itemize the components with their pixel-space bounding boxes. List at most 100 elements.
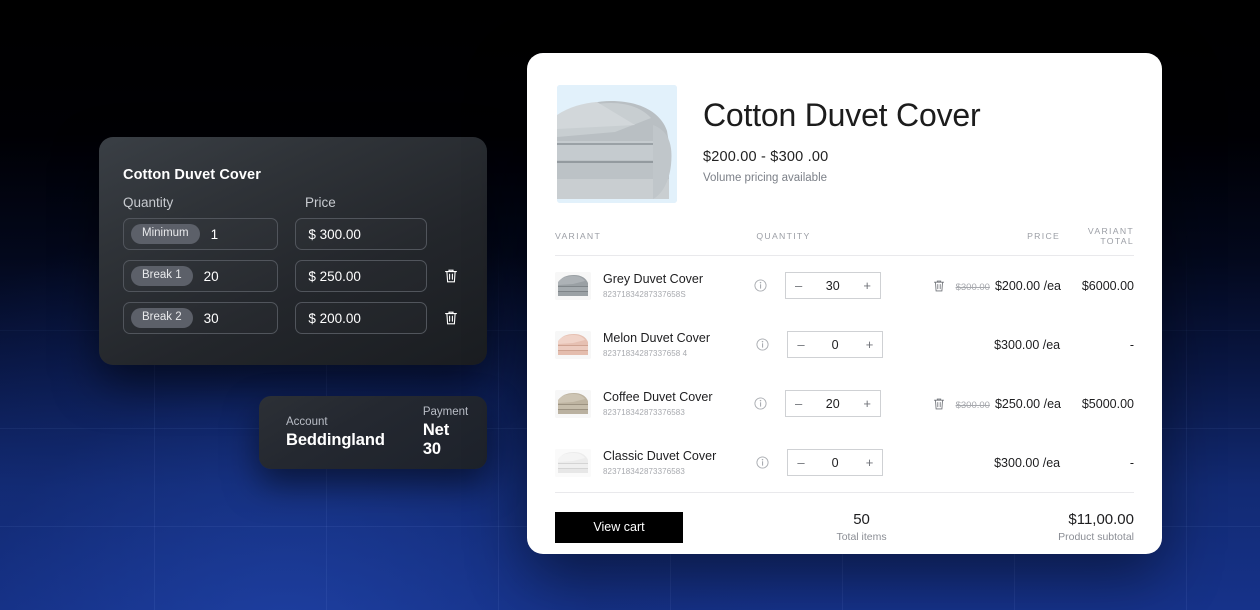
variant-name: Classic Duvet Cover: [603, 448, 717, 463]
variant-cell: Melon Duvet Cover 82371834287337658 4: [555, 330, 756, 359]
product-hero-image: [557, 85, 677, 203]
quantity-cell: – 0 +: [756, 331, 927, 358]
folded-duvet-illustration: [557, 85, 677, 203]
variant-thumbnail: [555, 271, 591, 300]
pricing-tier-badge: Break 2: [131, 307, 193, 329]
variant-sku: 82371834287337658 4: [603, 349, 688, 359]
pricing-quantity-input[interactable]: Break 1 20: [123, 260, 279, 292]
total-items-label: Total items: [836, 531, 887, 543]
duvet-thumbnail-icon: [555, 448, 591, 477]
total-items-value: 50: [853, 511, 870, 528]
quantity-decrement-button[interactable]: –: [797, 338, 804, 351]
current-price: $300.00 /ea: [994, 455, 1061, 470]
current-price: $300.00 /ea: [994, 337, 1061, 352]
quantity-value: 0: [831, 455, 839, 470]
quantity-cell: – 20 +: [754, 390, 923, 417]
pricing-tier-badge: Minimum: [131, 223, 200, 245]
cart-panel: Cotton Duvet Cover $200.00 - $300 .00 Vo…: [527, 53, 1162, 554]
view-cart-button[interactable]: View cart: [555, 511, 683, 543]
pricing-delete-button[interactable]: [439, 310, 463, 326]
quantity-increment-button[interactable]: +: [866, 456, 874, 469]
quantity-decrement-button[interactable]: –: [795, 279, 802, 292]
variant-text: Grey Duvet Cover 82371834287337658S: [603, 272, 703, 300]
quantity-cell: – 0 +: [756, 449, 927, 476]
pricing-quantity-input[interactable]: Break 2 30: [123, 302, 279, 334]
header-price: PRICE: [1027, 231, 1061, 241]
pricing-col-quantity-label: Quantity: [123, 195, 174, 210]
pricing-card-title: Cotton Duvet Cover: [123, 167, 261, 183]
pricing-price-input[interactable]: $ 300.00: [295, 218, 427, 250]
pricing-quantity-value: 1: [210, 226, 219, 242]
original-price: $300.00: [955, 399, 990, 411]
info-circle-icon[interactable]: [756, 338, 778, 351]
variant-total: $6000.00: [1081, 278, 1134, 293]
remove-variant-button[interactable]: [923, 279, 956, 293]
quantity-value: 30: [825, 278, 840, 293]
pricing-quantity-input[interactable]: Minimum 1: [123, 218, 279, 250]
variant-total: -: [1129, 337, 1135, 352]
product-header: Cotton Duvet Cover $200.00 - $300 .00 Vo…: [527, 53, 1162, 203]
volume-pricing-note: Volume pricing available: [703, 171, 828, 184]
trash-icon: [934, 280, 945, 291]
trash-icon: [934, 398, 945, 409]
variant-name: Grey Duvet Cover: [603, 271, 704, 286]
table-header-row: VARIANT QUANTITY PRICE VARIANT TOTAL: [555, 226, 1134, 255]
remove-variant-button[interactable]: [923, 397, 956, 411]
account-value: Beddingland: [286, 430, 385, 449]
pricing-price-input[interactable]: $ 200.00: [295, 302, 427, 334]
pricing-price-input[interactable]: $ 250.00: [295, 260, 427, 292]
price-range: $200.00 - $300 .00: [703, 148, 829, 165]
quantity-increment-button[interactable]: +: [866, 338, 874, 351]
pricing-tier-row: Break 1 20 $ 250.00: [123, 260, 463, 292]
price-cell: $300.00 $200.00 /ea: [956, 279, 1061, 293]
volume-pricing-card: Cotton Duvet Cover Quantity Price Minimu…: [99, 137, 487, 365]
table-row: Grey Duvet Cover 82371834287337658S – 30…: [555, 256, 1134, 315]
duvet-thumbnail-icon: [555, 330, 591, 359]
quantity-stepper[interactable]: – 0 +: [787, 331, 884, 358]
current-price: $250.00 /ea: [994, 396, 1061, 411]
quantity-stepper[interactable]: – 20 +: [784, 390, 881, 417]
pricing-price-value: $ 200.00: [308, 310, 361, 326]
trash-icon: [444, 269, 457, 283]
table-row: Melon Duvet Cover 82371834287337658 4 –: [555, 315, 1134, 374]
product-header-text: Cotton Duvet Cover $200.00 - $300 .00 Vo…: [703, 85, 981, 203]
total-items-block: 50 Total items: [665, 511, 1058, 543]
quantity-stepper[interactable]: – 30 +: [784, 272, 881, 299]
current-price: $200.00 /ea: [994, 278, 1061, 293]
duvet-thumbnail-icon: [555, 389, 591, 418]
subtotal-block: $11,00.00 Product subtotal: [1058, 511, 1134, 543]
quantity-increment-button[interactable]: +: [863, 279, 871, 292]
quantity-value: 0: [831, 337, 839, 352]
info-circle-icon[interactable]: [754, 397, 776, 410]
account-label: Account: [286, 415, 328, 428]
quantity-decrement-button[interactable]: –: [797, 456, 804, 469]
page-title: Cotton Duvet Cover: [703, 97, 981, 133]
info-circle-icon[interactable]: [756, 456, 778, 469]
pricing-quantity-value: 20: [203, 268, 219, 284]
variant-sku: 823718342873376583: [603, 408, 685, 418]
quantity-decrement-button[interactable]: –: [795, 397, 802, 410]
quantity-increment-button[interactable]: +: [863, 397, 871, 410]
header-variant-total: VARIANT TOTAL: [1087, 226, 1135, 246]
pricing-card-column-headers: Quantity Price: [123, 195, 463, 210]
payment-column: Payment Net 30: [423, 406, 468, 459]
pricing-delete-button[interactable]: [439, 268, 463, 284]
price-cell: $300.00 /ea: [960, 456, 1060, 470]
variant-thumbnail: [555, 448, 591, 477]
trash-icon: [444, 311, 457, 325]
pricing-tier-row: Break 2 30 $ 200.00: [123, 302, 463, 334]
quantity-stepper[interactable]: – 0 +: [787, 449, 884, 476]
account-summary-card: Account Beddingland Payment Net 30: [259, 396, 487, 469]
variant-total: -: [1129, 455, 1135, 470]
table-row: Coffee Duvet Cover 823718342873376583 –: [555, 374, 1134, 433]
table-row: Classic Duvet Cover 823718342873376583 –: [555, 433, 1134, 492]
info-circle-icon[interactable]: [754, 279, 776, 292]
subtotal-label: Product subtotal: [1058, 531, 1134, 543]
duvet-thumbnail-icon: [555, 271, 591, 300]
variant-cell: Classic Duvet Cover 823718342873376583: [555, 448, 756, 477]
variant-thumbnail: [555, 330, 591, 359]
pricing-price-value: $ 300.00: [308, 226, 361, 242]
variant-text: Coffee Duvet Cover 823718342873376583: [603, 390, 713, 418]
pricing-quantity-value: 30: [203, 310, 219, 326]
table-body: Grey Duvet Cover 82371834287337658S – 30…: [555, 255, 1134, 492]
